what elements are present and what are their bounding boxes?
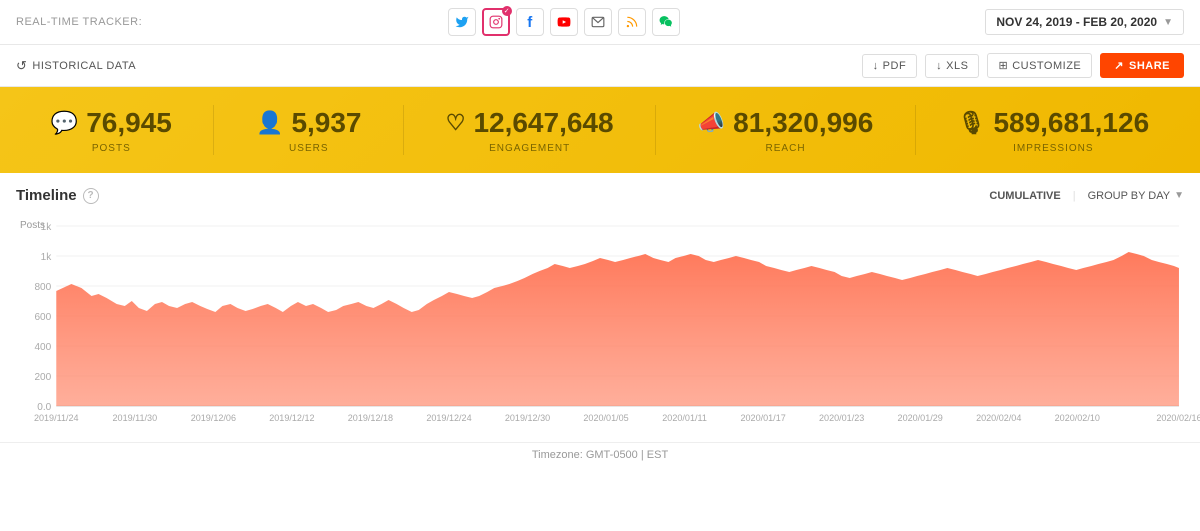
timezone-label: Timezone: GMT-0500 | EST bbox=[532, 449, 668, 461]
svg-text:2020/02/04: 2020/02/04 bbox=[976, 413, 1021, 423]
svg-text:2020/02/16: 2020/02/16 bbox=[1156, 413, 1200, 423]
svg-text:0.0: 0.0 bbox=[37, 402, 51, 413]
timeline-title-group: Timeline ? bbox=[16, 187, 99, 204]
timeline-header: Timeline ? CUMULATIVE | GROUP BY DAY ▼ bbox=[16, 187, 1184, 204]
stat-divider-1 bbox=[213, 105, 214, 155]
rss-icon[interactable] bbox=[618, 8, 646, 36]
posts-value: 💬 76,945 bbox=[51, 107, 172, 139]
wechat-icon[interactable] bbox=[652, 8, 680, 36]
share-icon: ↗ bbox=[1114, 59, 1124, 72]
svg-text:2020/01/11: 2020/01/11 bbox=[662, 413, 707, 423]
posts-icon: 💬 bbox=[51, 110, 78, 136]
realtime-label: REAL-TIME TRACKER: bbox=[16, 16, 142, 28]
svg-text:1k: 1k bbox=[41, 252, 53, 263]
svg-text:2019/12/12: 2019/12/12 bbox=[269, 413, 314, 423]
timeline-section: Timeline ? CUMULATIVE | GROUP BY DAY ▼ bbox=[0, 173, 1200, 204]
engagement-icon: ♡ bbox=[446, 110, 466, 136]
svg-text:600: 600 bbox=[34, 312, 51, 323]
control-separator: | bbox=[1073, 190, 1076, 202]
chevron-down-icon: ▼ bbox=[1163, 17, 1173, 28]
timeline-controls: CUMULATIVE | GROUP BY DAY ▼ bbox=[989, 190, 1184, 202]
stat-divider-4 bbox=[915, 105, 916, 155]
svg-text:1k: 1k bbox=[41, 222, 53, 233]
historical-data-label: HISTORICAL DATA bbox=[32, 60, 136, 72]
impressions-icon: 🎙 bbox=[958, 110, 986, 136]
historical-data-link[interactable]: ↺ HISTORICAL DATA bbox=[16, 58, 136, 74]
pdf-button[interactable]: ↓ PDF bbox=[862, 54, 918, 78]
chart-canvas: 1k 1k 800 600 400 200 0.0 2019/11/24 201… bbox=[16, 216, 1184, 426]
chart-footer: Timezone: GMT-0500 | EST bbox=[0, 442, 1200, 469]
stat-engagement: ♡ 12,647,648 ENGAGEMENT bbox=[446, 107, 614, 154]
mail-icon[interactable] bbox=[584, 8, 612, 36]
stat-divider-2 bbox=[403, 105, 404, 155]
facebook-icon[interactable]: f bbox=[516, 8, 544, 36]
timeline-chart: 1k 1k 800 600 400 200 0.0 2019/11/24 201… bbox=[16, 216, 1184, 416]
stats-banner: 💬 76,945 POSTS 👤 5,937 USERS ♡ 12,647,64… bbox=[0, 87, 1200, 173]
date-range-picker[interactable]: NOV 24, 2019 - FEB 20, 2020 ▼ bbox=[985, 9, 1184, 35]
reach-value: 📣 81,320,996 bbox=[698, 107, 874, 139]
date-range-text: NOV 24, 2019 - FEB 20, 2020 bbox=[996, 15, 1157, 29]
reach-icon: 📣 bbox=[698, 110, 725, 136]
group-by-control[interactable]: GROUP BY DAY ▼ bbox=[1088, 190, 1184, 202]
customize-icon: ⊞ bbox=[998, 59, 1008, 72]
instagram-badge: ✓ bbox=[502, 6, 512, 16]
svg-text:2019/12/24: 2019/12/24 bbox=[426, 413, 471, 423]
download-xls-icon: ↓ bbox=[936, 60, 942, 72]
stat-reach: 📣 81,320,996 REACH bbox=[698, 107, 874, 154]
cumulative-control[interactable]: CUMULATIVE bbox=[989, 190, 1060, 202]
svg-text:2019/11/24: 2019/11/24 bbox=[34, 413, 79, 423]
stat-impressions: 🎙 589,681,126 IMPRESSIONS bbox=[958, 107, 1150, 154]
users-icon: 👤 bbox=[256, 110, 283, 136]
svg-text:2019/11/30: 2019/11/30 bbox=[113, 413, 158, 423]
svg-text:800: 800 bbox=[34, 282, 51, 293]
svg-text:2020/02/10: 2020/02/10 bbox=[1055, 413, 1100, 423]
impressions-value: 🎙 589,681,126 bbox=[958, 107, 1150, 139]
stat-users: 👤 5,937 USERS bbox=[256, 107, 361, 154]
xls-button[interactable]: ↓ XLS bbox=[925, 54, 979, 78]
svg-text:400: 400 bbox=[34, 342, 51, 353]
svg-text:2019/12/06: 2019/12/06 bbox=[191, 413, 236, 423]
twitter-icon[interactable] bbox=[448, 8, 476, 36]
toolbar-buttons: ↓ PDF ↓ XLS ⊞ CUSTOMIZE ↗ SHARE bbox=[862, 53, 1184, 78]
second-bar: ↺ HISTORICAL DATA ↓ PDF ↓ XLS ⊞ CUSTOMIZ… bbox=[0, 45, 1200, 87]
share-button[interactable]: ↗ SHARE bbox=[1100, 53, 1184, 78]
svg-text:200: 200 bbox=[34, 372, 51, 383]
svg-text:2019/12/30: 2019/12/30 bbox=[505, 413, 550, 423]
svg-text:2020/01/05: 2020/01/05 bbox=[583, 413, 628, 423]
history-icon: ↺ bbox=[16, 58, 27, 74]
top-bar: REAL-TIME TRACKER: ✓ f NOV 24, 2019 - FE… bbox=[0, 0, 1200, 45]
svg-text:2020/01/29: 2020/01/29 bbox=[898, 413, 943, 423]
group-by-chevron-icon: ▼ bbox=[1174, 190, 1184, 201]
stat-divider-3 bbox=[655, 105, 656, 155]
youtube-icon[interactable] bbox=[550, 8, 578, 36]
social-icons-group: ✓ f bbox=[448, 8, 680, 36]
timeline-title-text: Timeline bbox=[16, 187, 77, 204]
timeline-info-icon[interactable]: ? bbox=[83, 188, 99, 204]
engagement-value: ♡ 12,647,648 bbox=[446, 107, 614, 139]
svg-text:2020/01/23: 2020/01/23 bbox=[819, 413, 864, 423]
instagram-icon[interactable]: ✓ bbox=[482, 8, 510, 36]
customize-button[interactable]: ⊞ CUSTOMIZE bbox=[987, 53, 1092, 78]
svg-text:2020/01/17: 2020/01/17 bbox=[740, 413, 785, 423]
download-pdf-icon: ↓ bbox=[873, 60, 879, 72]
stat-posts: 💬 76,945 POSTS bbox=[51, 107, 172, 154]
users-value: 👤 5,937 bbox=[256, 107, 361, 139]
chart-container: Posts 1k 1k 800 600 400 200 0.0 bbox=[0, 212, 1200, 442]
svg-text:2019/12/18: 2019/12/18 bbox=[348, 413, 393, 423]
